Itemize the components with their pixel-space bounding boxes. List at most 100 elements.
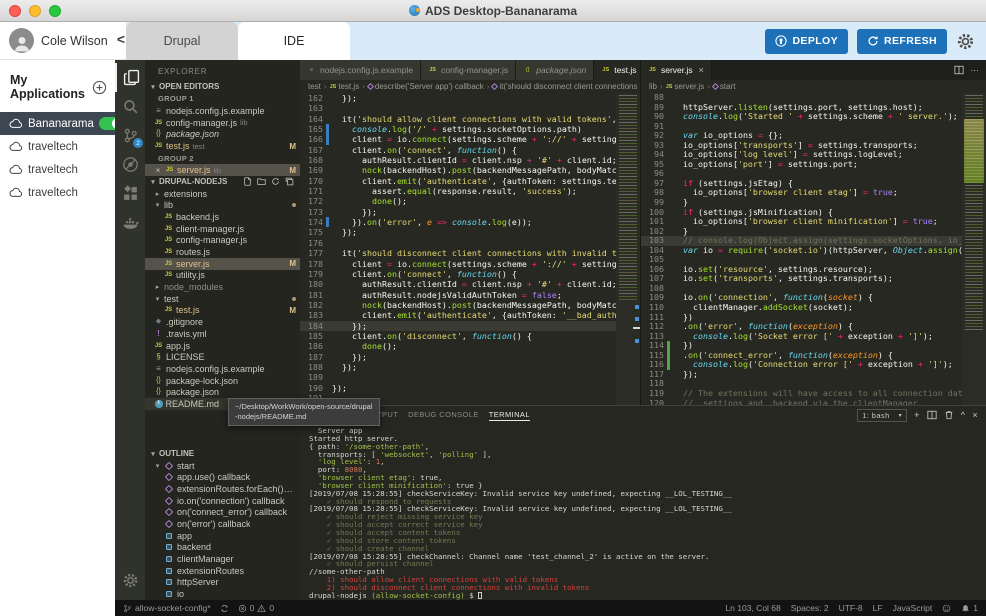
outline-item[interactable]: io.on('connection') callback — [145, 495, 300, 507]
tree-item[interactable]: JSutility.js — [145, 270, 300, 282]
code-line[interactable]: 89 httpServer.listen(settings.port, sett… — [641, 103, 962, 113]
code-line[interactable]: 90 console.log('Started ' + settings.sch… — [641, 112, 962, 122]
code-line[interactable]: 169 nock(backendHost).post(backendMessag… — [300, 165, 616, 175]
code-line[interactable]: 166 client = io.connect(settings.scheme … — [300, 134, 616, 144]
editor-2-code[interactable]: 8889 httpServer.listen(settings.port, se… — [641, 93, 986, 405]
tree-item[interactable]: !.travis.yml — [145, 328, 300, 340]
split-editor-icon[interactable] — [927, 410, 937, 420]
eol[interactable]: LF — [873, 603, 883, 613]
code-line[interactable]: 88 — [641, 93, 962, 103]
tree-item[interactable]: ▾test — [145, 293, 300, 305]
code-line[interactable]: 108 — [641, 284, 962, 294]
tree-item[interactable]: JStest.jsM — [145, 305, 300, 317]
code-line[interactable]: 184 }); — [300, 321, 616, 331]
tree-item[interactable]: JSserver.jsM — [145, 258, 300, 270]
code-line[interactable]: 96 — [641, 169, 962, 179]
code-line[interactable]: 179 client.on('connect', function() { — [300, 269, 616, 279]
code-line[interactable]: 110 clientManager.addSocket(socket); — [641, 303, 962, 313]
code-line[interactable]: 95 io_options['port'] = settings.port; — [641, 160, 962, 170]
split-editor-icon[interactable] — [954, 65, 964, 75]
tree-item[interactable]: {}package-lock.json — [145, 375, 300, 387]
git-branch-status[interactable]: allow-socket-config* — [123, 603, 211, 613]
minimize-window-button[interactable] — [29, 5, 41, 17]
code-line[interactable]: 168 authResult.clientId = client.nsp + '… — [300, 155, 616, 165]
code-line[interactable]: 189 — [300, 372, 616, 382]
tab-drupal[interactable]: Drupal — [126, 22, 238, 60]
breadcrumb-item[interactable]: describe('Server app') callback — [368, 82, 484, 91]
tree-item[interactable]: ◆.gitignore — [145, 316, 300, 328]
code-line[interactable]: 181 authResult.nodejsValidAuthToken = fa… — [300, 290, 616, 300]
notifications-bell[interactable]: 1 — [961, 603, 978, 613]
activitybar-files[interactable] — [115, 63, 145, 92]
code-line[interactable]: 162 }); — [300, 93, 616, 103]
terminal-output[interactable]: Server appStarted http server.{ path: '/… — [300, 424, 986, 600]
more-icon[interactable]: ⋯ — [971, 65, 980, 76]
code-line[interactable]: 94 io_options['log level'] = settings.lo… — [641, 150, 962, 160]
outline-item[interactable]: app — [145, 530, 300, 542]
code-line[interactable]: 175 }); — [300, 227, 616, 237]
code-line[interactable]: 118 — [641, 379, 962, 389]
open-editor-item[interactable]: JStest.jstestM — [145, 140, 300, 152]
tree-item[interactable]: JSconfig-manager.js — [145, 235, 300, 247]
avatar[interactable] — [9, 28, 34, 53]
tab-debug-console[interactable]: DEBUG CONSOLE — [408, 410, 479, 420]
trash-icon[interactable] — [944, 410, 954, 420]
code-line[interactable]: 177 it('should disconnect client connect… — [300, 248, 616, 258]
code-line[interactable]: 176 — [300, 238, 616, 248]
editor-2-minimap[interactable] — [962, 93, 986, 405]
outline-item[interactable]: extensionRoutes.forEach() callback — [145, 483, 300, 495]
code-line[interactable]: 97 if (settings.jsEtag) { — [641, 179, 962, 189]
code-line[interactable]: 117 }); — [641, 370, 962, 380]
tree-item[interactable]: §LICENSE — [145, 351, 300, 363]
breadcrumb-item[interactable]: JStest.js — [330, 82, 360, 91]
tree-item[interactable]: ≡nodejs.config.js.example — [145, 363, 300, 375]
tree-item[interactable]: ▸extensions — [145, 188, 300, 200]
editor-1-code[interactable]: 162 });163164 it('should allow client co… — [300, 93, 640, 405]
code-line[interactable]: 172 done(); — [300, 196, 616, 206]
activitybar-source-control[interactable]: 2 — [115, 121, 145, 150]
code-line[interactable]: 91 — [641, 122, 962, 132]
breadcrumb-item[interactable]: it('should disconnect client connections… — [492, 82, 640, 91]
outline-item[interactable]: extensionRoutes — [145, 565, 300, 577]
sync-status[interactable] — [220, 604, 229, 613]
open-editors-section[interactable]: ▾ OPEN EDITORS — [145, 81, 300, 93]
breadcrumb-item[interactable]: JSserver.js — [666, 82, 705, 91]
app-item-bananarama[interactable]: Bananarama — [0, 112, 115, 135]
zoom-window-button[interactable] — [49, 5, 61, 17]
code-line[interactable]: 115 .on('connect_error', function(except… — [641, 351, 962, 361]
editor-tab-nodejs.config.js.example[interactable]: ≡nodejs.config.js.example — [300, 60, 421, 80]
breadcrumb-item[interactable]: test — [308, 82, 321, 91]
outline-item[interactable]: on('connect_error') callback — [145, 507, 300, 519]
code-line[interactable]: 112 .on('error', function(exception) { — [641, 322, 962, 332]
code-line[interactable]: 102 } — [641, 227, 962, 237]
code-line[interactable]: 186 done(); — [300, 341, 616, 351]
tree-item[interactable]: JSbackend.js — [145, 211, 300, 223]
feedback-smiley-icon[interactable] — [942, 604, 951, 613]
refresh-button[interactable]: REFRESH — [857, 29, 947, 54]
code-line[interactable]: 185 client.on('disconnect', function() { — [300, 331, 616, 341]
outline-item[interactable]: httpServer — [145, 577, 300, 589]
problems-status[interactable]: 0 0 — [238, 603, 274, 613]
language-mode[interactable]: JavaScript — [893, 603, 933, 613]
tree-item[interactable]: JSroutes.js — [145, 246, 300, 258]
project-section[interactable]: ▾ DRUPAL-NODEJS — [145, 176, 300, 188]
open-editor-item[interactable]: {}package.json — [145, 129, 300, 141]
code-line[interactable]: 188 }); — [300, 362, 616, 372]
code-line[interactable]: 111 }) — [641, 313, 962, 323]
outline-item[interactable]: ▾start — [145, 460, 300, 472]
editor-tab-server.js[interactable]: JSserver.js× — [641, 60, 712, 80]
code-line[interactable]: 114 }) — [641, 341, 962, 351]
chevron-up-icon[interactable]: ^ — [961, 410, 966, 420]
settings-gear-icon[interactable] — [956, 32, 975, 51]
tree-item[interactable]: ▾lib — [145, 199, 300, 211]
code-line[interactable]: 173 }); — [300, 207, 616, 217]
tree-item[interactable]: ▸node_modules — [145, 281, 300, 293]
code-line[interactable]: 170 client.emit('authenticate', {authTok… — [300, 176, 616, 186]
tree-item[interactable]: JSclient-manager.js — [145, 223, 300, 235]
code-line[interactable]: 165 console.log('/' + settings.socketOpt… — [300, 124, 616, 134]
activitybar-debug[interactable] — [115, 150, 145, 179]
app-item-traveltech[interactable]: traveltech — [0, 181, 115, 204]
code-line[interactable]: 163 — [300, 103, 616, 113]
code-line[interactable]: 178 client = io.connect(settings.scheme … — [300, 259, 616, 269]
open-editor-item[interactable]: ≡nodejs.config.js.example — [145, 105, 300, 117]
